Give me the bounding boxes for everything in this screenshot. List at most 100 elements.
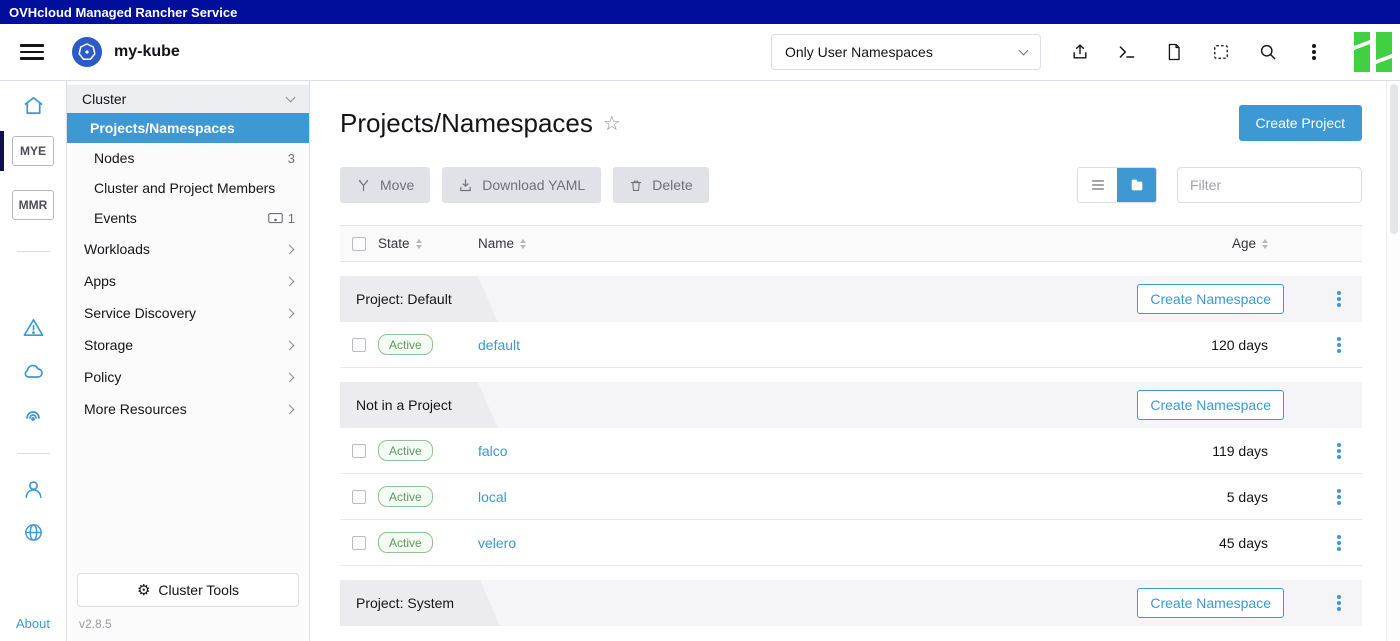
sidebar-group-policy[interactable]: Policy — [67, 361, 309, 393]
sidebar-item-label: Workloads — [84, 241, 150, 257]
create-namespace-button[interactable]: Create Namespace — [1137, 284, 1284, 314]
namespace-link[interactable]: falco — [478, 443, 508, 459]
list-view-button[interactable] — [1078, 168, 1117, 202]
age-value: 45 days — [1144, 535, 1284, 551]
chevron-down-icon — [1019, 45, 1029, 55]
group-label: Project: System — [340, 580, 500, 626]
column-label: Name — [478, 236, 514, 251]
rail-divider — [17, 453, 50, 454]
user-icon[interactable] — [22, 478, 45, 501]
import-yaml-icon[interactable] — [1068, 40, 1092, 64]
brand-logo — [1350, 31, 1396, 73]
cluster-tools-button[interactable]: ⚙ Cluster Tools — [77, 573, 299, 607]
age-value: 5 days — [1144, 489, 1284, 505]
row-checkbox[interactable] — [352, 338, 366, 352]
delete-button[interactable]: Delete — [613, 167, 708, 203]
row-kebab-menu-icon[interactable] — [1328, 486, 1350, 508]
sidebar-group-apps[interactable]: Apps — [67, 265, 309, 297]
download-yaml-button[interactable]: Download YAML — [442, 167, 601, 203]
row-checkbox[interactable] — [352, 490, 366, 504]
page-title: Projects/Namespaces — [340, 108, 593, 139]
cluster-logo-icon — [72, 37, 102, 67]
app-header: my-kube Only User Namespaces — [0, 24, 1400, 81]
row-checkbox[interactable] — [352, 536, 366, 550]
trash-icon — [629, 178, 643, 193]
cloud-icon[interactable] — [21, 359, 45, 383]
namespace-filter-value: Only User Namespaces — [785, 44, 933, 60]
header-kebab-menu-icon[interactable] — [1303, 41, 1325, 63]
download-yaml-label: Download YAML — [482, 177, 585, 193]
move-icon — [356, 178, 371, 193]
sidebar-group-more-resources[interactable]: More Resources — [67, 393, 309, 425]
version-label: v2.8.5 — [67, 615, 309, 641]
download-icon — [458, 178, 473, 193]
delete-label: Delete — [652, 177, 692, 193]
copy-config-icon[interactable] — [1209, 40, 1233, 64]
column-header-name[interactable]: Name — [478, 236, 1144, 251]
group-kebab-menu-icon[interactable] — [1328, 288, 1350, 310]
sort-icon[interactable] — [1262, 239, 1268, 249]
namespace-filter-select[interactable]: Only User Namespaces — [771, 34, 1041, 70]
group-label: Not in a Project — [340, 382, 498, 428]
grouped-view-button[interactable] — [1117, 168, 1156, 202]
scrollbar[interactable] — [1386, 81, 1400, 641]
kubeconfig-file-icon[interactable] — [1162, 40, 1186, 64]
table-row: Active default 120 days — [340, 322, 1362, 368]
sidebar-item-label: Policy — [84, 369, 121, 385]
sidebar-section-label: Cluster — [82, 91, 126, 107]
rail-cluster-mye[interactable]: MYE — [0, 131, 66, 171]
sort-icon[interactable] — [416, 239, 422, 249]
alerts-icon[interactable] — [22, 316, 45, 339]
sidebar-group-storage[interactable]: Storage — [67, 329, 309, 361]
namespace-link[interactable]: default — [478, 337, 520, 353]
sidebar-section-cluster[interactable]: Cluster — [67, 85, 309, 113]
row-checkbox[interactable] — [352, 444, 366, 458]
move-button[interactable]: Move — [340, 167, 430, 203]
sidebar-group-workloads[interactable]: Workloads — [67, 233, 309, 265]
namespace-link[interactable]: velero — [478, 535, 516, 551]
column-header-state[interactable]: State — [378, 236, 478, 251]
monitoring-waves-icon[interactable] — [21, 403, 45, 427]
globe-icon[interactable] — [22, 521, 45, 544]
filter-input[interactable] — [1177, 167, 1362, 203]
column-header-age[interactable]: Age — [1144, 236, 1284, 251]
table-row: Active falco 119 days — [340, 428, 1362, 474]
namespace-link[interactable]: local — [478, 489, 507, 505]
create-namespace-button[interactable]: Create Namespace — [1137, 588, 1284, 618]
rail-cluster-mmr[interactable]: MMR — [0, 185, 66, 225]
home-icon[interactable] — [22, 94, 45, 117]
search-icon[interactable] — [1256, 40, 1280, 64]
column-label: Age — [1232, 236, 1256, 251]
topbar-title: OVHcloud Managed Rancher Service — [9, 5, 237, 20]
sort-icon[interactable] — [520, 239, 526, 249]
view-toggle — [1077, 167, 1157, 203]
create-project-button[interactable]: Create Project — [1239, 105, 1362, 141]
sidebar-item-label: Cluster and Project Members — [94, 180, 275, 196]
favorite-star-icon[interactable]: ☆ — [603, 111, 621, 136]
scrollbar-thumb[interactable] — [1390, 84, 1398, 234]
row-kebab-menu-icon[interactable] — [1328, 334, 1350, 356]
group-row-project-system: Project: System Create Namespace — [340, 580, 1362, 626]
sidebar-group-service-discovery[interactable]: Service Discovery — [67, 297, 309, 329]
group-kebab-menu-icon[interactable] — [1328, 592, 1350, 614]
events-count: 1 — [268, 211, 295, 226]
chevron-right-icon — [285, 244, 295, 254]
sidebar-item-projects-namespaces[interactable]: Projects/Namespaces — [67, 113, 309, 143]
row-kebab-menu-icon[interactable] — [1328, 532, 1350, 554]
sidebar-item-nodes[interactable]: Nodes 3 — [67, 143, 309, 173]
chevron-right-icon — [285, 276, 295, 286]
menu-icon[interactable] — [20, 44, 44, 60]
kubectl-shell-icon[interactable] — [1115, 40, 1139, 64]
about-link[interactable]: About — [16, 616, 50, 631]
row-kebab-menu-icon[interactable] — [1328, 440, 1350, 462]
chevron-down-icon — [286, 92, 296, 102]
select-all-checkbox[interactable] — [352, 237, 366, 251]
create-namespace-button[interactable]: Create Namespace — [1137, 390, 1284, 420]
content: MYE MMR — [0, 81, 1400, 641]
grouped-view-icon — [1129, 177, 1145, 193]
events-icon — [268, 212, 283, 224]
main-panel: Projects/Namespaces ☆ Create Project Mov… — [310, 81, 1400, 641]
sidebar-item-cluster-members[interactable]: Cluster and Project Members — [67, 173, 309, 203]
table-header: State Name Age — [340, 225, 1362, 262]
sidebar-item-events[interactable]: Events 1 — [67, 203, 309, 233]
